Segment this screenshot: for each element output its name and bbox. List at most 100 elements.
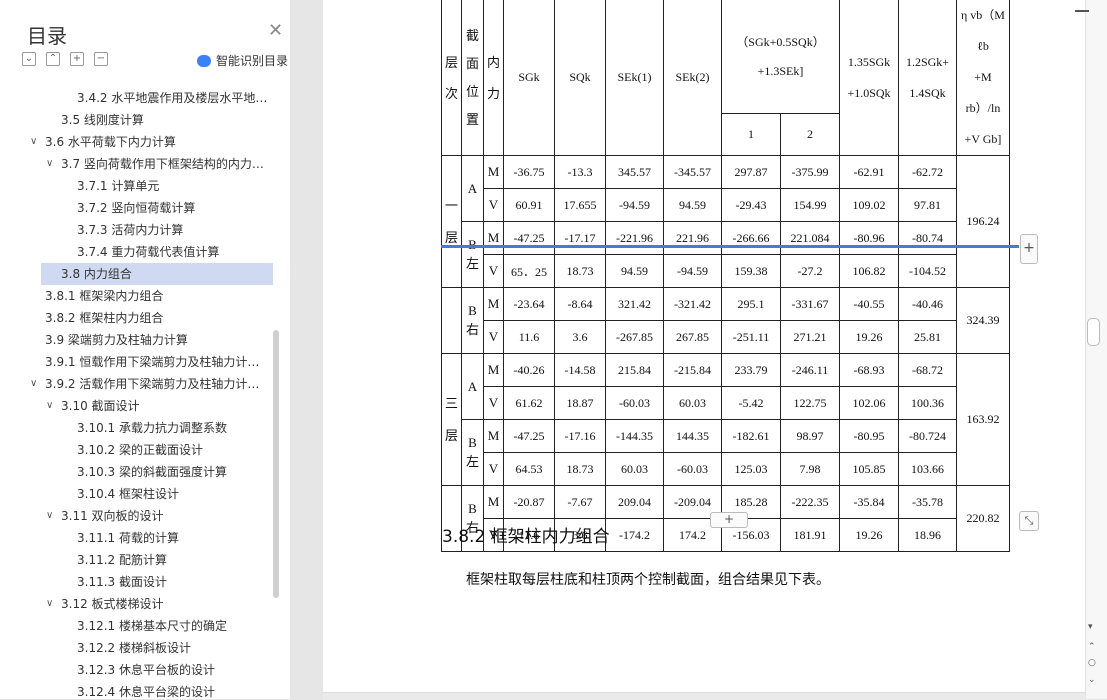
value-cell[interactable]: 94.59 (663, 188, 722, 222)
sidebar-scrollbar[interactable] (273, 330, 279, 598)
value-cell[interactable]: 17.655 (554, 188, 606, 222)
value-cell[interactable]: 19.26 (839, 320, 899, 354)
value-cell[interactable]: -29.43 (721, 188, 781, 222)
value-cell[interactable]: -80.724 (898, 419, 957, 453)
value-cell[interactable]: -331.67 (780, 287, 840, 321)
header-floor[interactable]: 层 次 (441, 0, 462, 156)
header-sqk[interactable]: SQk (554, 0, 606, 156)
value-cell[interactable]: 18.96 (898, 518, 957, 552)
force-cell[interactable]: M (483, 155, 504, 189)
section-pos-cell[interactable]: B 左 (461, 419, 484, 486)
force-cell[interactable]: M (483, 419, 504, 453)
value-cell[interactable]: -47.25 (503, 419, 555, 453)
value-cell[interactable]: -182.61 (721, 419, 781, 453)
value-cell[interactable]: 11.6 (503, 320, 555, 354)
value-cell[interactable]: -5.42 (721, 386, 781, 420)
toc-item[interactable]: 3.10.2 梁的正截面设计 (77, 439, 270, 461)
value-cell[interactable]: 18.87 (554, 386, 606, 420)
document-scrollbar[interactable] (1085, 0, 1107, 699)
header-135[interactable]: 1.35SGk +1.0SQk (839, 0, 899, 156)
value-cell[interactable]: -266.66 (721, 221, 781, 255)
chevron-down-icon[interactable]: ∨ (46, 158, 53, 169)
value-cell[interactable]: 122.75 (780, 386, 840, 420)
toc-item[interactable]: 3.10.1 承载力抗力调整系数 (77, 417, 270, 439)
chevron-down-icon[interactable]: ∨ (46, 400, 53, 411)
value-cell[interactable]: 19.26 (839, 518, 899, 552)
toc-item[interactable]: 3.7.4 重力荷载代表值计算 (77, 241, 270, 263)
value-cell[interactable]: 154.99 (780, 188, 840, 222)
value-cell[interactable]: 61.62 (503, 386, 555, 420)
section-pos-cell[interactable]: A (461, 353, 484, 420)
value-cell[interactable]: -94.59 (663, 254, 722, 288)
force-cell[interactable]: M (483, 485, 504, 519)
force-cell[interactable]: V (483, 188, 504, 222)
value-cell[interactable]: 181.91 (780, 518, 840, 552)
value-cell[interactable]: 159.38 (721, 254, 781, 288)
toc-item[interactable]: 3.6 水平荷载下内力计算 (45, 131, 270, 153)
value-cell[interactable]: 221.084 (780, 221, 840, 255)
value-cell[interactable]: 297.87 (721, 155, 781, 189)
value-cell[interactable]: -215.84 (663, 353, 722, 387)
value-cell[interactable]: -345.57 (663, 155, 722, 189)
minimize-icon[interactable] (1075, 10, 1089, 12)
scroll-thumb[interactable] (1087, 318, 1100, 346)
toc-item[interactable]: 3.8.1 框架梁内力组合 (45, 285, 270, 307)
value-cell[interactable]: 102.06 (839, 386, 899, 420)
value-cell[interactable]: -246.11 (780, 353, 840, 387)
value-cell[interactable]: -80.74 (898, 221, 957, 255)
value-cell[interactable]: 97.81 (898, 188, 957, 222)
value-cell[interactable]: -68.72 (898, 353, 957, 387)
value-cell[interactable]: 60.03 (663, 386, 722, 420)
scroll-down-arrow-icon[interactable]: ▾ (1088, 622, 1093, 632)
header-sek1[interactable]: SEk(1) (605, 0, 664, 156)
value-cell[interactable]: -35.78 (898, 485, 957, 519)
value-cell[interactable]: -14.58 (554, 353, 606, 387)
force-cell[interactable]: M (483, 287, 504, 321)
value-cell[interactable]: 18.73 (554, 452, 606, 486)
collapse-all-icon[interactable]: ⌄ (22, 52, 36, 66)
header-sgk[interactable]: SGk (503, 0, 555, 156)
value-cell[interactable]: -267.85 (605, 320, 664, 354)
value-cell[interactable]: 295.1 (721, 287, 781, 321)
value-cell[interactable]: -80.96 (839, 221, 899, 255)
value-cell[interactable]: -20.87 (503, 485, 555, 519)
value-cell[interactable]: -47.25 (503, 221, 555, 255)
value-cell[interactable]: -321.42 (663, 287, 722, 321)
value-cell[interactable]: 65．25 (503, 254, 555, 288)
add-heading-icon[interactable]: + (70, 52, 84, 66)
value-cell[interactable]: 103.66 (898, 452, 957, 486)
document-page[interactable]: 层 次截 面 位 置内 力 SGk SQk SEk(1) SEk(2) （SGk+0.5S… (323, 0, 1085, 699)
value-cell[interactable]: 209.04 (605, 485, 664, 519)
toc-item[interactable]: 3.7.2 竖向恒荷载计算 (77, 197, 270, 219)
value-cell[interactable]: 233.79 (721, 353, 781, 387)
value-cell[interactable]: -104.52 (898, 254, 957, 288)
value-cell[interactable]: 94.59 (605, 254, 664, 288)
value-cell[interactable]: 106.82 (839, 254, 899, 288)
next-page-icon[interactable]: ⌄ (1088, 675, 1096, 685)
toc-item[interactable]: 3.9.1 恒载作用下梁端剪力及柱轴力计… (45, 351, 270, 373)
value-cell[interactable]: -375.99 (780, 155, 840, 189)
force-cell[interactable]: M (483, 221, 504, 255)
shear-cell[interactable]: 163.92 (956, 353, 1010, 486)
toc-item[interactable]: 3.8 内力组合 (41, 263, 273, 285)
value-cell[interactable]: 18.73 (554, 254, 606, 288)
value-cell[interactable]: -60.03 (663, 452, 722, 486)
shear-cell[interactable]: 196.24 (956, 155, 1010, 288)
toc-item[interactable]: 3.5 线刚度计算 (61, 109, 270, 131)
value-cell[interactable]: 125.03 (721, 452, 781, 486)
value-cell[interactable]: 98.97 (780, 419, 840, 453)
force-cell[interactable]: V (483, 452, 504, 486)
value-cell[interactable]: 144.35 (663, 419, 722, 453)
header-combo-2[interactable]: 2 (780, 112, 840, 157)
shear-cell[interactable]: 324.39 (956, 287, 1010, 354)
toc-item[interactable]: 3.10.3 梁的斜截面强度计算 (77, 461, 270, 483)
header-sek2[interactable]: SEk(2) (663, 0, 722, 156)
value-cell[interactable]: 60.03 (605, 452, 664, 486)
floor-cell[interactable]: 三 层 (441, 353, 462, 486)
value-cell[interactable]: 7.98 (780, 452, 840, 486)
toc-item[interactable]: 3.11.3 截面设计 (77, 571, 270, 593)
toc-item[interactable]: 3.7.3 活荷内力计算 (77, 219, 270, 241)
toc-item[interactable]: 3.11.2 配筋计算 (77, 549, 270, 571)
header-12[interactable]: 1.2SGk+ 1.4SQk (898, 0, 957, 156)
header-section[interactable]: 截 面 位 置 (461, 0, 484, 156)
